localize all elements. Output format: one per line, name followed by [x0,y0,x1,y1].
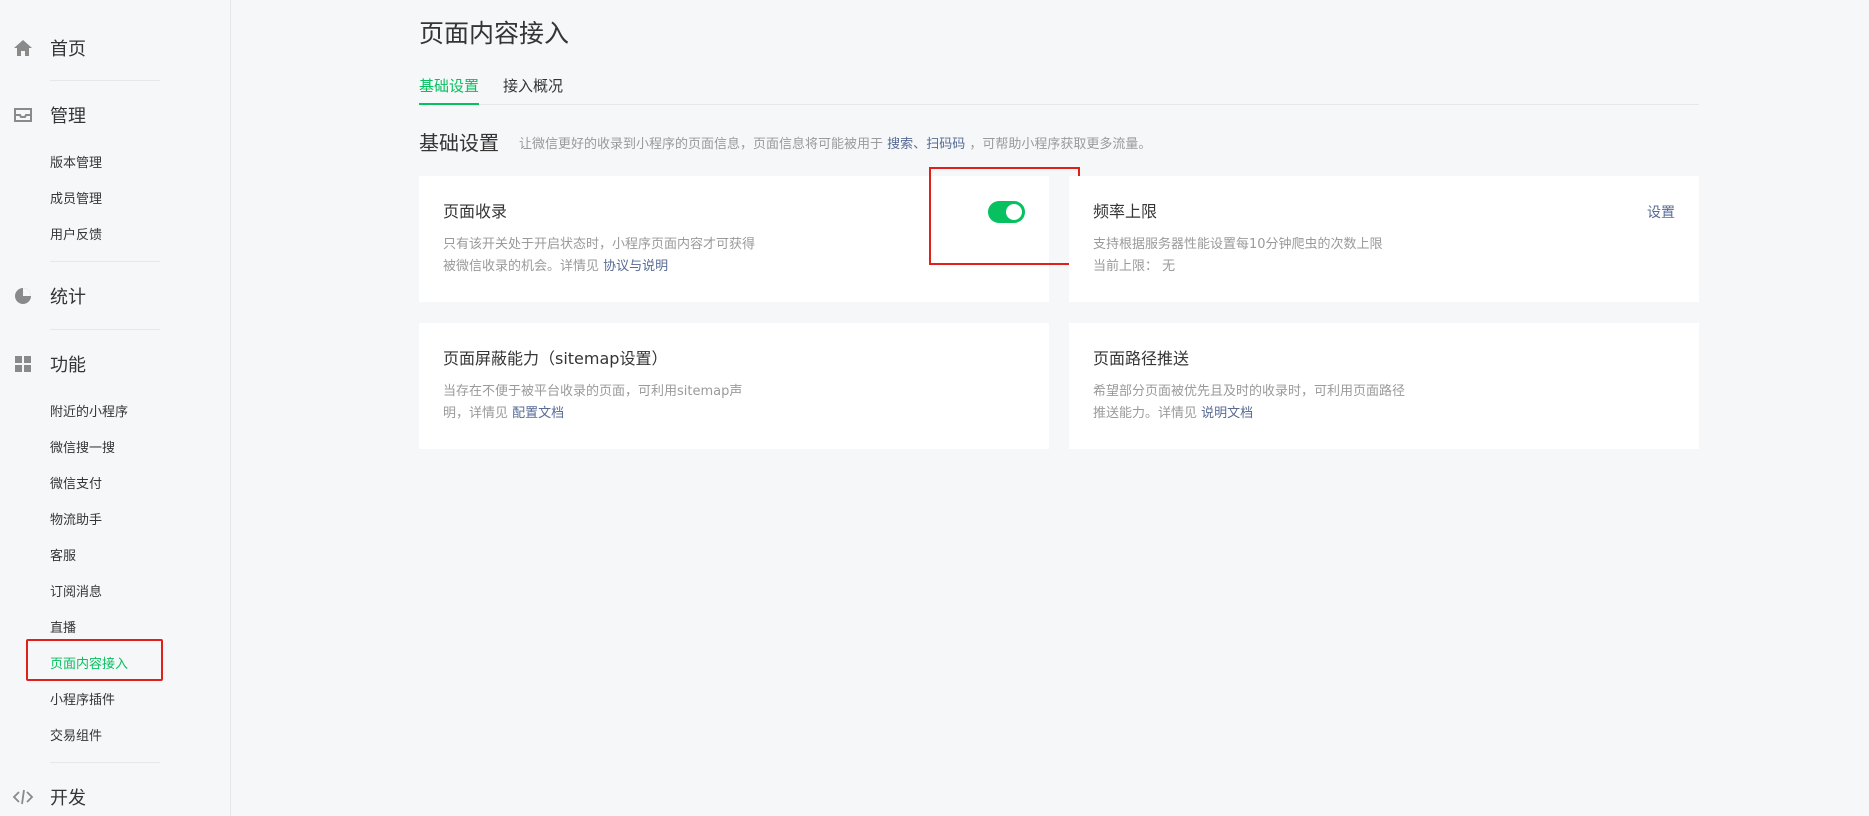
code-icon [12,786,34,808]
divider [50,329,160,330]
nav-item-search[interactable]: 微信搜一搜 [50,439,115,459]
scan-link[interactable]: 扫码码 [926,137,965,152]
card-path-push: 页面路径推送 希望部分页面被优先且及时的收录时，可利用页面路径 推送能力。详情见… [1069,323,1699,449]
nav-stats[interactable]: 统计 [12,281,86,311]
pie-chart-icon [12,285,34,307]
card-title: 页面屏蔽能力（sitemap设置） [443,349,668,368]
section-desc: 让微信更好的收录到小程序的页面信息，页面信息将可能被用于 搜索、扫码码 ，可帮助… [519,133,1151,152]
card-desc: 支持根据服务器性能设置每10分钟爬虫的次数上限 当前上限： 无 [1093,234,1493,278]
nav-item-pay[interactable]: 微信支付 [50,475,102,495]
page-title: 页面内容接入 [419,19,570,48]
rate-limit-settings-link[interactable]: 设置 [1647,202,1675,222]
search-link[interactable]: 搜索 [887,137,913,152]
card-desc-line2: 当前上限： [1093,259,1159,274]
nav-item-subscribe[interactable]: 订阅消息 [50,583,102,603]
card-desc-line2: 明，详情见 [443,406,509,421]
sidebar: 首页 管理 版本管理 成员管理 用户反馈 统计 功能 附近的小程序 微信搜一搜 … [0,0,231,816]
tab-bar: 基础设置 接入概况 [419,76,1699,105]
nav-features-label: 功能 [50,355,86,376]
section-title: 基础设置 [419,131,499,155]
nav-item-trade[interactable]: 交易组件 [50,727,102,747]
rate-limit-value: 无 [1162,259,1176,274]
nav-manage-label: 管理 [50,106,86,127]
section-desc-text: 让微信更好的收录到小程序的页面信息，页面信息将可能被用于 [519,137,884,152]
nav-item-service[interactable]: 客服 [50,547,76,567]
grid-icon [12,353,34,375]
divider [50,261,160,262]
card-desc-line1: 支持根据服务器性能设置每10分钟爬虫的次数上限 [1093,237,1383,252]
card-desc: 希望部分页面被优先且及时的收录时，可利用页面路径 推送能力。详情见 说明文档 [1093,381,1433,425]
card-desc: 只有该开关处于开启状态时，小程序页面内容才可获得 被微信收录的机会。详情见 协议… [443,234,783,278]
divider [50,762,160,763]
tab-overview[interactable]: 接入概况 [503,76,563,103]
nav-home[interactable]: 首页 [12,33,86,63]
nav-stats-label: 统计 [50,287,86,308]
toggle-highlight-box [929,167,1080,265]
nav-item-nearby[interactable]: 附近的小程序 [50,403,128,423]
card-desc-line2: 推送能力。详情见 [1093,406,1198,421]
nav-item-members[interactable]: 成员管理 [50,190,102,210]
card-title: 频率上限 [1093,202,1158,221]
tab-basic-settings[interactable]: 基础设置 [419,76,480,105]
card-sitemap: 页面屏蔽能力（sitemap设置） 当存在不便于被平台收录的页面，可利用site… [419,323,1049,449]
divider [50,80,160,81]
active-highlight-box [26,639,163,681]
protocol-link[interactable]: 协议与说明 [603,259,668,274]
inbox-icon [12,104,34,126]
nav-item-live[interactable]: 直播 [50,619,76,639]
nav-item-logistics[interactable]: 物流助手 [50,511,102,531]
card-desc-line1: 当存在不便于被平台收录的页面，可利用sitemap声 [443,384,743,399]
nav-item-version[interactable]: 版本管理 [50,154,102,174]
config-doc-link[interactable]: 配置文档 [512,406,564,421]
nav-item-plugins[interactable]: 小程序插件 [50,691,115,711]
nav-home-label: 首页 [50,39,86,60]
card-desc-line1: 希望部分页面被优先且及时的收录时，可利用页面路径 [1093,384,1406,399]
separator: 、 [913,137,927,152]
doc-link[interactable]: 说明文档 [1201,406,1253,421]
card-title: 页面路径推送 [1093,349,1190,368]
nav-item-feedback[interactable]: 用户反馈 [50,226,102,246]
nav-dev-label: 开发 [50,788,86,809]
card-title: 页面收录 [443,202,508,221]
card-rate-limit: 频率上限 设置 支持根据服务器性能设置每10分钟爬虫的次数上限 当前上限： 无 [1069,176,1699,302]
card-desc-line2: 被微信收录的机会。详情见 [443,259,600,274]
home-icon [12,37,34,59]
nav-dev[interactable]: 开发 [12,782,86,812]
card-desc: 当存在不便于被平台收录的页面，可利用sitemap声 明，详情见 配置文档 [443,381,783,425]
card-desc-line1: 只有该开关处于开启状态时，小程序页面内容才可获得 [443,237,756,252]
nav-features[interactable]: 功能 [12,349,86,379]
nav-manage[interactable]: 管理 [12,100,86,130]
section-desc-suffix: ，可帮助小程序获取更多流量。 [969,137,1152,152]
